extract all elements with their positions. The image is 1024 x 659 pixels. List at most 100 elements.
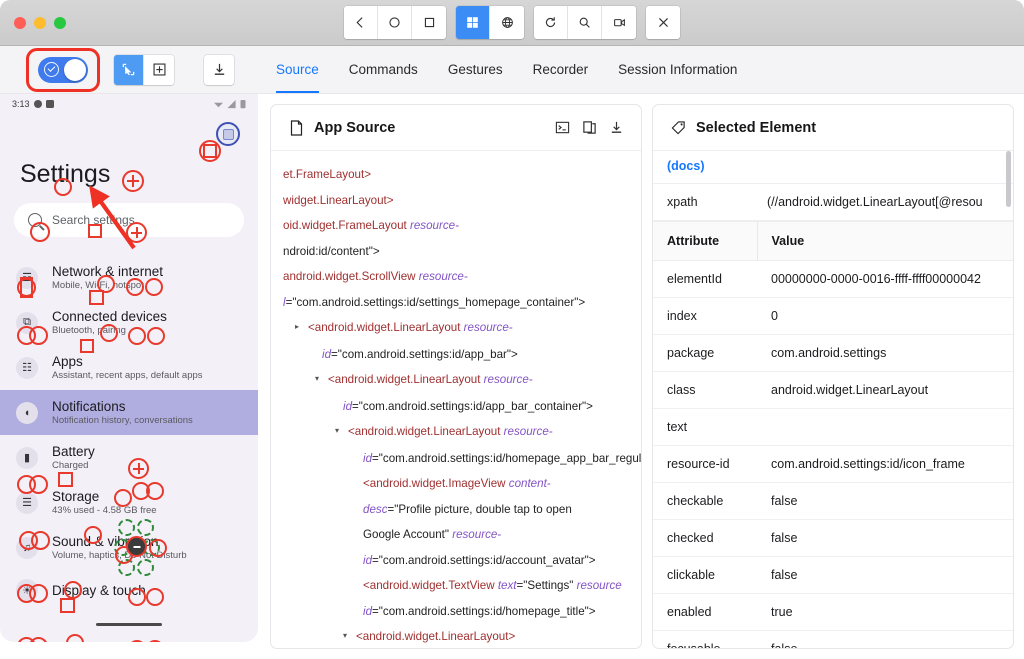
xml-line[interactable]: ▾ <android.widget.LinearLayout resource-: [271, 419, 641, 446]
xml-line[interactable]: id="com.android.settings:id/homepage_tit…: [271, 599, 641, 625]
device-control-bar: [344, 6, 680, 39]
setting-row-battery[interactable]: ▮ Battery Charged: [0, 435, 258, 480]
terminal-icon[interactable]: [553, 119, 571, 137]
setting-row-display[interactable]: ☀ Display & touch: [0, 570, 258, 610]
tap-by-coordinates-tool[interactable]: [144, 54, 174, 85]
setting-row-apps[interactable]: ☷ Apps Assistant, recent apps, default a…: [0, 345, 258, 390]
xml-line[interactable]: widget.LinearLayout>: [271, 188, 641, 214]
setting-row-connected-devices[interactable]: ⧉ Connected devices Bluetooth, pairing: [0, 300, 258, 345]
xml-line[interactable]: android.widget.ScrollView resource-: [271, 264, 641, 290]
table-row[interactable]: checked false: [653, 519, 1013, 557]
device-screen-pane: 3:13 Settings Search settings ☲ Network …: [0, 94, 258, 659]
table-row[interactable]: enabled true: [653, 593, 1013, 631]
table-row[interactable]: focusablefalse: [653, 630, 1013, 648]
xml-line[interactable]: <android.widget.TextView text="Settings"…: [271, 573, 641, 599]
docs-link[interactable]: (docs): [667, 159, 705, 173]
tab-session-information[interactable]: Session Information: [618, 46, 737, 93]
search-button[interactable]: [568, 6, 602, 39]
selected-element-scroll[interactable]: (docs) xpath (//android.widget.LinearLay…: [653, 151, 1013, 648]
recents-button[interactable]: [412, 6, 446, 39]
tab-gestures[interactable]: Gestures: [448, 46, 503, 93]
table-row[interactable]: class android.widget.LinearLayout: [653, 371, 1013, 409]
setting-row-storage[interactable]: ☰ Storage 43% used - 4.58 GB free: [0, 480, 258, 525]
setting-row-subtitle: Bluetooth, pairing: [52, 325, 126, 336]
xml-line[interactable]: ▾ <android.widget.LinearLayout>: [271, 624, 641, 648]
setting-row-notifications[interactable]: ◖ Notifications Notification history, co…: [0, 390, 258, 435]
table-row[interactable]: resource-id com.android.settings:id/icon_…: [653, 445, 1013, 483]
setting-row-subtitle: Mobile, Wi-Fi, hotspot: [52, 280, 144, 291]
setting-row-network[interactable]: ☲ Network & internet Mobile, Wi-Fi, hots…: [0, 255, 258, 300]
device-screen-mirror[interactable]: 3:13 Settings Search settings ☲ Network …: [0, 94, 258, 642]
xml-line[interactable]: desc="Profile picture, double tap to ope…: [271, 497, 641, 523]
app-grid-button[interactable]: [456, 6, 490, 39]
app-source-tree[interactable]: et.FrameLayout> widget.LinearLayout> oid…: [271, 151, 641, 648]
caret-open-icon: ▾: [335, 426, 340, 435]
settings-dot-icon: [33, 100, 42, 108]
setting-row-subtitle: Notification history, conversations: [52, 415, 193, 426]
screen-record-button[interactable]: [602, 6, 636, 39]
refresh-button[interactable]: [534, 6, 568, 39]
close-session-button[interactable]: [646, 6, 680, 39]
app-source-header: App Source: [271, 105, 641, 151]
xpath-value[interactable]: (//android.widget.LinearLayout[@resou: [767, 195, 983, 209]
table-row[interactable]: index 0: [653, 297, 1013, 335]
xml-line[interactable]: oid.widget.FrameLayout resource-: [271, 213, 641, 239]
attr-name: focusable: [653, 630, 757, 648]
device-search-input[interactable]: Search settings: [14, 203, 244, 237]
close-window-button[interactable]: [14, 16, 26, 29]
attr-value: [757, 408, 1013, 446]
xml-line[interactable]: <android.widget.ImageView content-: [271, 471, 641, 497]
xml-line[interactable]: id="com.android.settings:id/app_bar">: [271, 342, 641, 368]
xml-line[interactable]: ndroid:id/content">: [271, 239, 641, 265]
attr-value: com.android.settings:id/icon_frame: [757, 445, 1013, 483]
xml-line[interactable]: ▸ <android.widget.LinearLayout resource-: [271, 315, 641, 342]
table-row[interactable]: text: [653, 408, 1013, 446]
inspector-toolbar: Source Commands Gestures Recorder Sessio…: [0, 46, 1024, 94]
source-refresh-toggle[interactable]: [38, 56, 88, 83]
setting-row-title: Sound & vibration: [52, 534, 159, 549]
battery-setting-icon: ▮: [16, 446, 38, 469]
table-row[interactable]: checkable false: [653, 482, 1013, 520]
element-outline-storage-title: [66, 634, 84, 642]
table-row[interactable]: elementId 00000000-0000-0016-ffff-ffff000…: [653, 260, 1013, 298]
table-row[interactable]: package com.android.settings: [653, 334, 1013, 372]
selected-element-scrollbar[interactable]: [1006, 151, 1011, 207]
tab-recorder[interactable]: Recorder: [533, 46, 589, 93]
attr-name: enabled: [653, 593, 757, 631]
column-value: Value: [757, 221, 1013, 261]
xml-line[interactable]: et.FrameLayout>: [271, 162, 641, 188]
tab-commands[interactable]: Commands: [349, 46, 418, 93]
home-button[interactable]: [378, 6, 412, 39]
attr-name: checked: [653, 519, 757, 557]
setting-row-title: Connected devices: [52, 309, 167, 324]
element-outline-storage-a: [128, 640, 146, 642]
setting-row-subtitle: Assistant, recent apps, default apps: [52, 370, 203, 381]
browser-button[interactable]: [490, 6, 524, 39]
download-screenshot-button[interactable]: [204, 54, 234, 85]
account-avatar-icon[interactable]: [216, 122, 240, 146]
appium-inspector-window: Source Commands Gestures Recorder Sessio…: [0, 0, 1024, 659]
xml-line[interactable]: ▾ <android.widget.LinearLayout resource-: [271, 367, 641, 394]
main-content: 3:13 Settings Search settings ☲ Network …: [0, 94, 1024, 659]
minimize-window-button[interactable]: [34, 16, 46, 29]
select-element-tool[interactable]: [114, 54, 144, 85]
tab-source[interactable]: Source: [276, 46, 319, 93]
xml-line[interactable]: id="com.android.settings:id/account_avat…: [271, 548, 641, 574]
xml-line[interactable]: id="com.android.settings:id/homepage_app…: [271, 446, 641, 472]
attr-name: resource-id: [653, 445, 757, 483]
setting-row-subtitle: Volume, haptics, Do Not Disturb: [52, 550, 187, 561]
table-row[interactable]: clickable false: [653, 556, 1013, 594]
element-outline-storage-b: [146, 640, 164, 642]
element-outline-storage-icon: [17, 637, 36, 642]
xml-line[interactable]: Google Account" resource-: [271, 522, 641, 548]
zoom-window-button[interactable]: [54, 16, 66, 29]
copy-icon[interactable]: [580, 119, 598, 137]
xml-line[interactable]: l="com.android.settings:id/settings_home…: [271, 290, 641, 316]
xml-line[interactable]: id="com.android.settings:id/app_bar_cont…: [271, 394, 641, 420]
back-button[interactable]: [344, 6, 378, 39]
attr-value: false: [757, 630, 1013, 648]
search-placeholder: Search settings: [52, 213, 135, 227]
download-source-icon[interactable]: [607, 119, 625, 137]
setting-row-sound[interactable]: ♫ Sound & vibration Volume, haptics, Do …: [0, 525, 258, 570]
setting-row-title: Battery: [52, 444, 95, 459]
